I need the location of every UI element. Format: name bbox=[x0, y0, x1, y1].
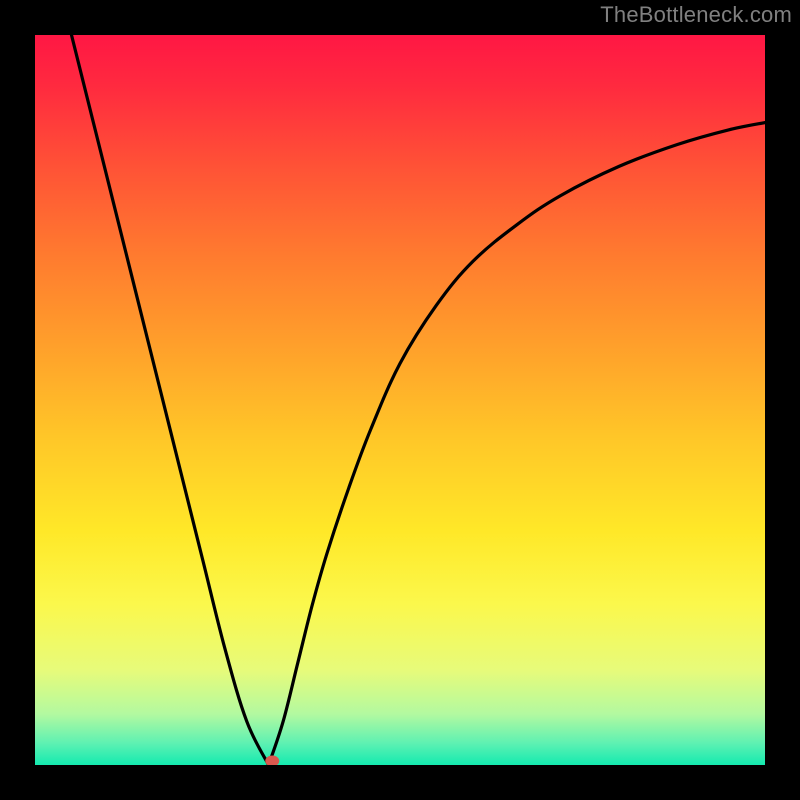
plot-area bbox=[35, 35, 765, 765]
gradient-background bbox=[35, 35, 765, 765]
chart-frame: TheBottleneck.com bbox=[0, 0, 800, 800]
watermark-text: TheBottleneck.com bbox=[600, 2, 792, 28]
bottleneck-curve-chart bbox=[35, 35, 765, 765]
